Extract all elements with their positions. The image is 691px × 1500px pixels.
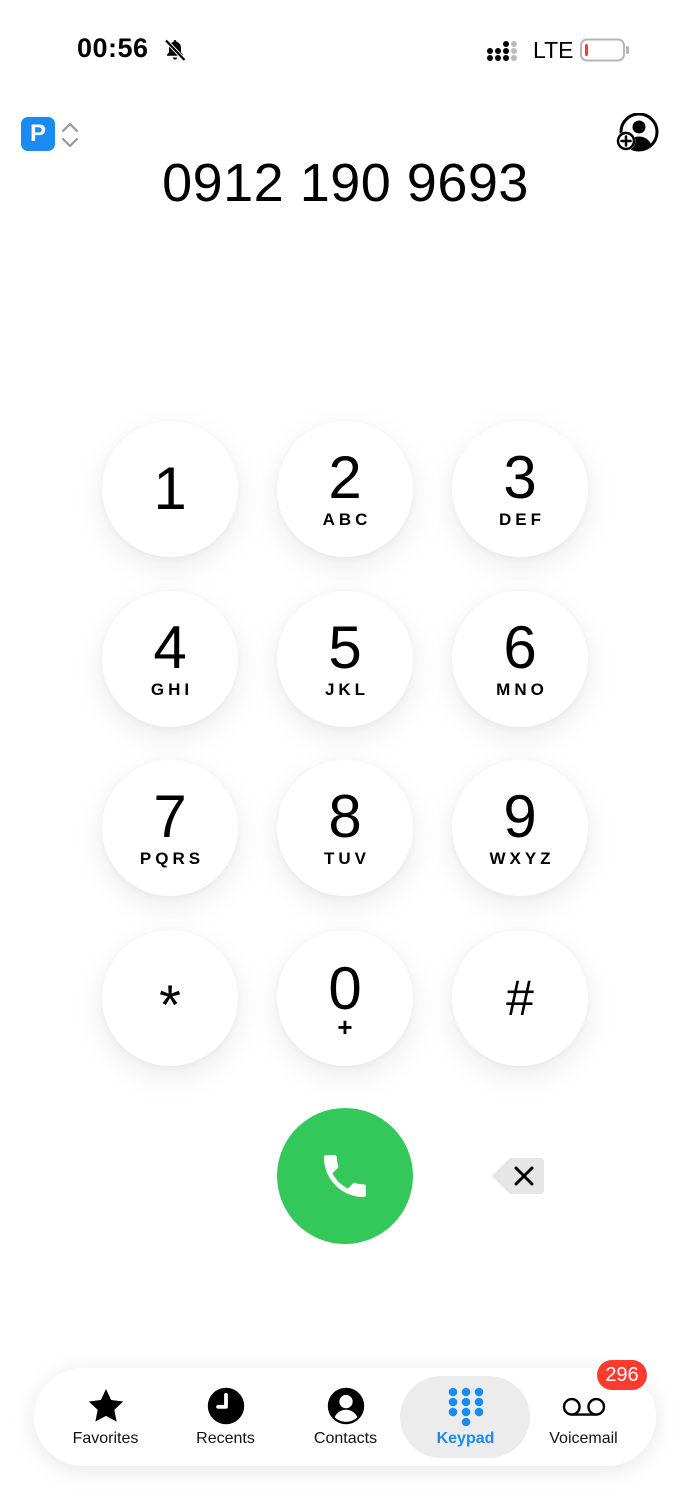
- key-9[interactable]: 9 WXYZ: [452, 760, 588, 896]
- delete-backspace-icon[interactable]: [490, 1156, 546, 1196]
- tab-label: Recents: [196, 1430, 255, 1447]
- key-digit: #: [506, 970, 534, 1026]
- key-letters: +: [337, 1012, 353, 1042]
- key-digit: 2: [328, 444, 362, 511]
- tab-keypad[interactable]: Keypad: [408, 1368, 523, 1466]
- chevron-up-down-icon[interactable]: [59, 120, 81, 150]
- clock-icon: [207, 1387, 244, 1425]
- key-digit: 8: [328, 783, 362, 850]
- key-4[interactable]: 4 GHI: [102, 591, 238, 727]
- key-digit: *: [159, 973, 181, 1036]
- person-circle-icon: [327, 1387, 364, 1425]
- call-button[interactable]: [277, 1108, 413, 1244]
- tab-contacts[interactable]: Contacts: [288, 1368, 403, 1466]
- tab-recents[interactable]: Recents: [168, 1368, 283, 1466]
- tab-label: Contacts: [313, 1430, 378, 1447]
- battery-icon: [580, 38, 629, 62]
- key-letters: MNO: [496, 680, 548, 699]
- key-star[interactable]: *: [102, 930, 238, 1066]
- key-5[interactable]: 5 JKL: [277, 591, 413, 727]
- key-digit: 6: [503, 614, 537, 681]
- key-letters: ABC: [322, 510, 372, 529]
- keypad-grid-icon: [448, 1387, 483, 1426]
- voicemail-icon: [562, 1397, 605, 1416]
- key-digit: 0: [328, 955, 362, 1022]
- add-contact-icon[interactable]: [615, 113, 661, 153]
- key-8[interactable]: 8 TUV: [277, 760, 413, 896]
- key-digit: 9: [503, 783, 537, 850]
- key-letters: PQRS: [139, 849, 205, 868]
- key-2[interactable]: 2 ABC: [277, 421, 413, 557]
- phone-icon: [324, 1155, 366, 1197]
- key-1[interactable]: 1: [102, 421, 238, 557]
- key-digit: 4: [153, 614, 187, 681]
- dialed-number: 0912 190 9693: [162, 153, 529, 213]
- key-6[interactable]: 6 MNO: [452, 591, 588, 727]
- key-7[interactable]: 7 PQRS: [102, 760, 238, 896]
- key-letters: TUV: [324, 849, 370, 868]
- sim-selector-badge[interactable]: P: [21, 117, 55, 151]
- tab-label: Voicemail: [549, 1430, 618, 1447]
- tab-bar: Favorites Recents Contacts Keypad Voicem…: [34, 1360, 656, 1466]
- key-letters: JKL: [324, 680, 370, 699]
- network-type: LTE: [533, 37, 574, 63]
- star-icon: [88, 1389, 123, 1422]
- key-letters: WXYZ: [489, 849, 555, 868]
- status-time: 00:56: [77, 33, 149, 63]
- key-0[interactable]: 0 +: [277, 930, 413, 1066]
- voicemail-count-badge: 296: [597, 1360, 647, 1390]
- key-3[interactable]: 3 DEF: [452, 421, 588, 557]
- key-digit: 7: [153, 783, 187, 850]
- key-letters: GHI: [150, 680, 194, 699]
- key-digit: 5: [328, 614, 362, 681]
- bell-slash-icon: [164, 39, 186, 62]
- key-hash[interactable]: #: [452, 930, 588, 1066]
- tab-favorites[interactable]: Favorites: [48, 1368, 163, 1466]
- key-digit: 1: [153, 455, 187, 522]
- key-digit: 3: [503, 444, 537, 511]
- key-letters: DEF: [499, 510, 545, 529]
- signal-icon: [487, 41, 517, 61]
- tab-label: Keypad: [436, 1430, 495, 1447]
- tab-label: Favorites: [72, 1430, 139, 1447]
